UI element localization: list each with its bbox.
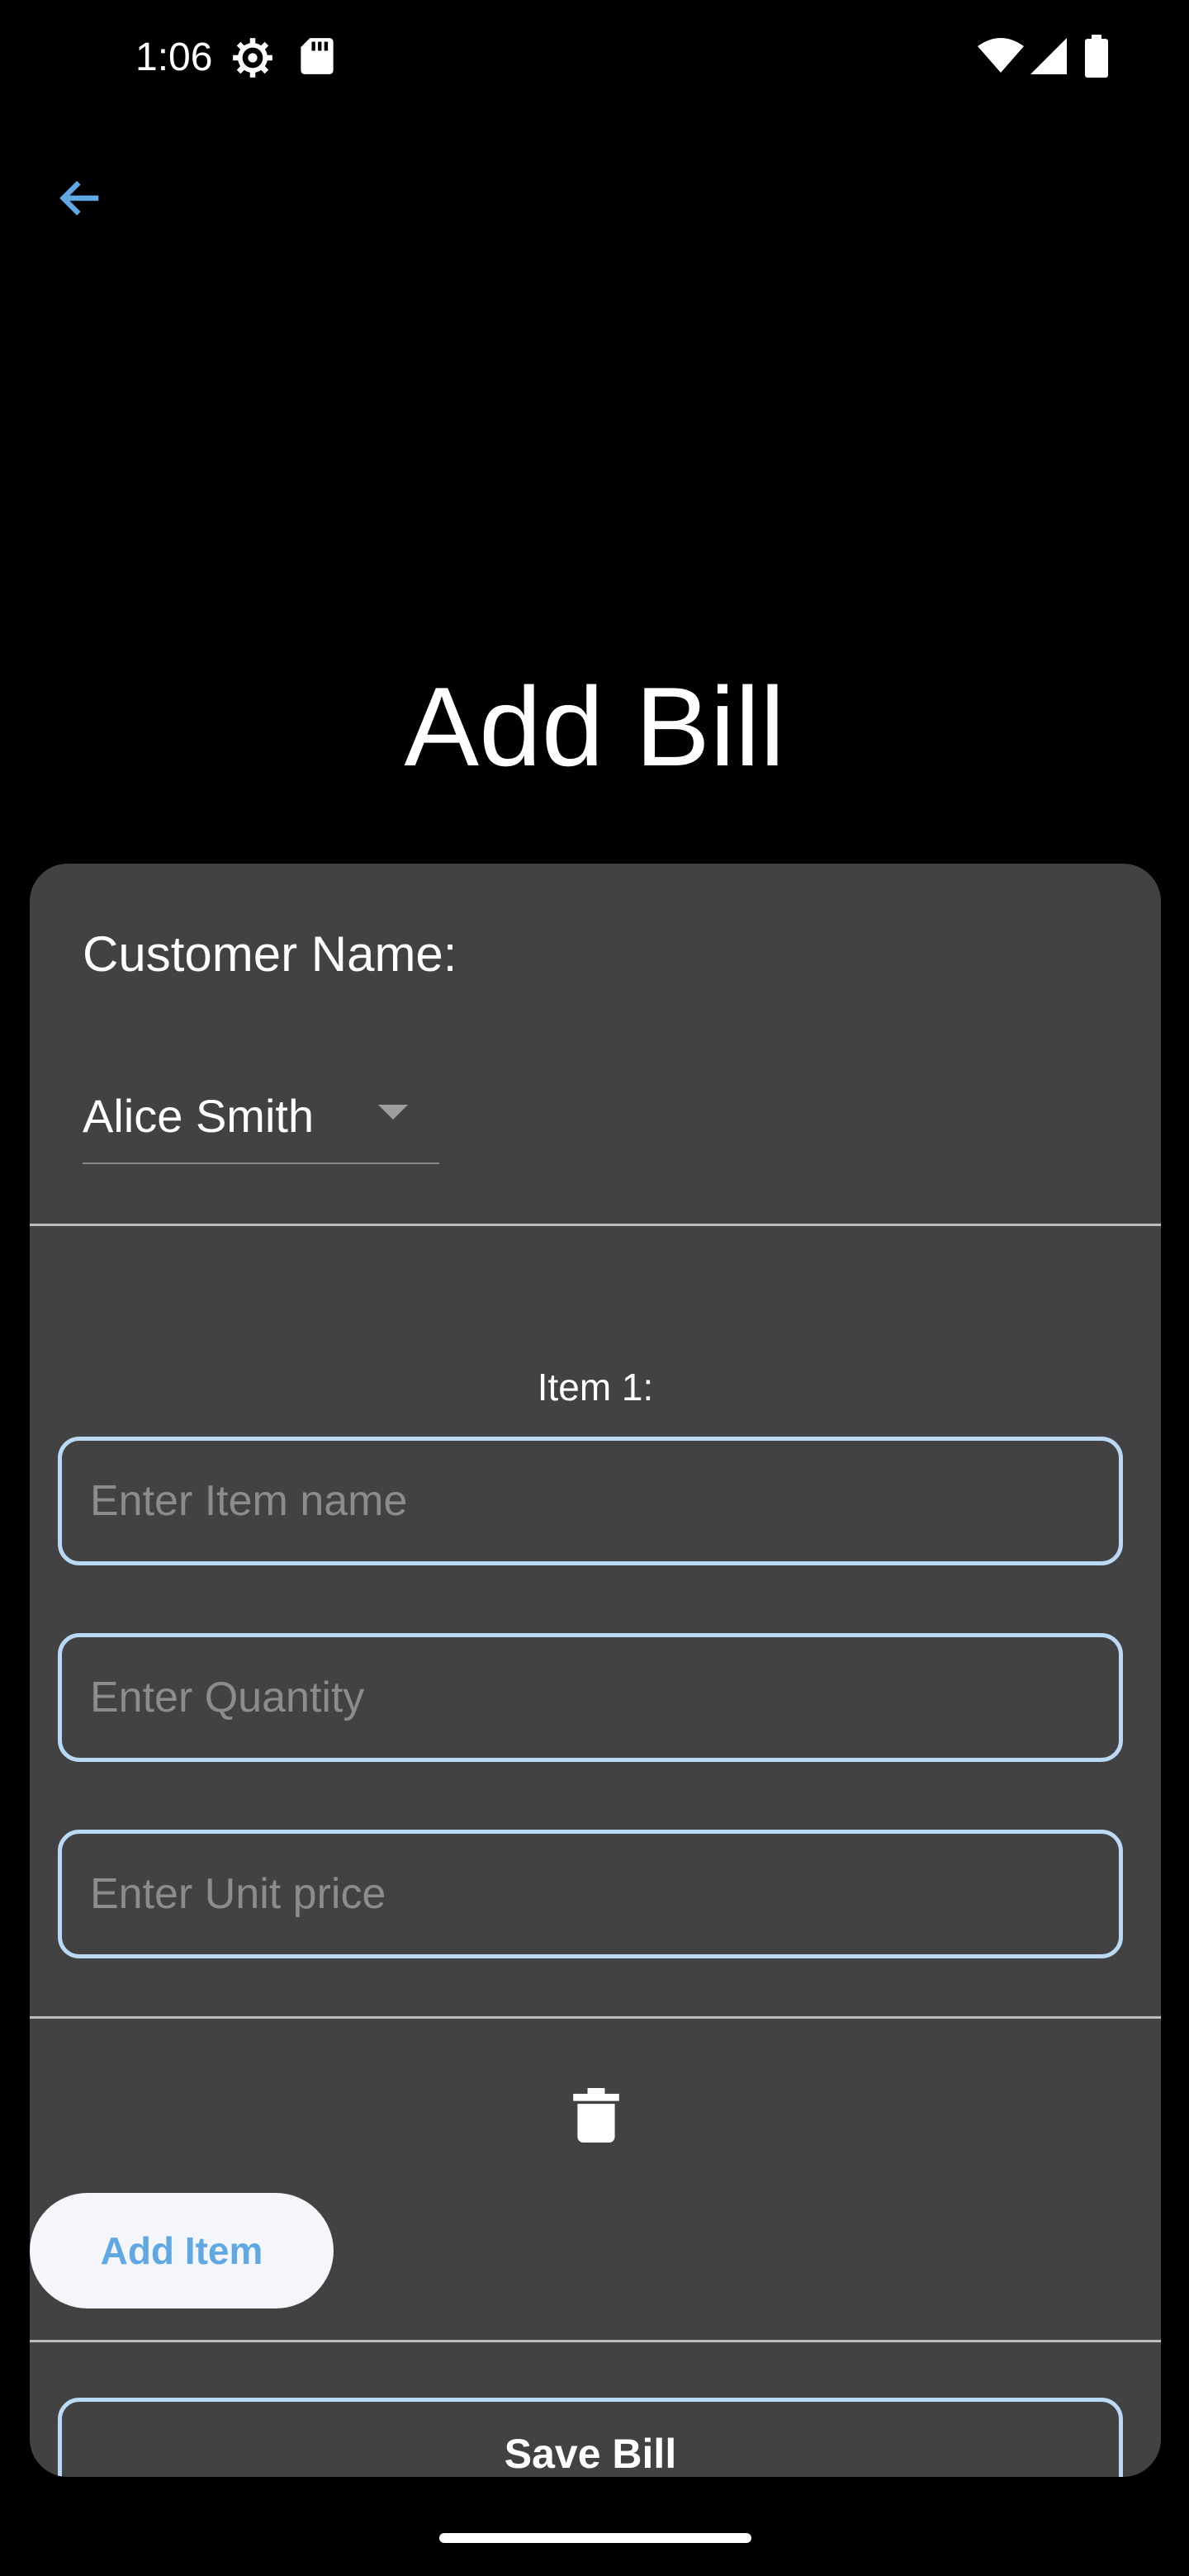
divider (30, 1224, 1161, 1226)
wifi-icon (978, 38, 1024, 78)
divider (30, 2340, 1161, 2342)
quantity-input[interactable] (88, 1672, 1119, 1723)
unit-price-input[interactable] (88, 1868, 1119, 1920)
item-name-field[interactable] (58, 1437, 1123, 1565)
divider (30, 2016, 1161, 2019)
delete-item-button[interactable] (565, 2084, 628, 2150)
trash-icon (573, 2087, 619, 2147)
battery-icon (1085, 35, 1108, 82)
home-indicator[interactable] (439, 2533, 751, 2543)
sd-card-icon (299, 36, 335, 80)
page-title: Add Bill (404, 664, 785, 789)
customer-dropdown[interactable]: Alice Smith (83, 1080, 439, 1164)
customer-name-label: Customer Name: (83, 926, 457, 982)
chevron-down-icon (378, 1105, 408, 1120)
settings-gear-icon (231, 36, 274, 83)
bill-form-card: Customer Name: Alice Smith Item 1: Add I… (30, 864, 1161, 2477)
unit-price-field[interactable] (58, 1830, 1123, 1958)
item-heading: Item 1: (537, 1366, 654, 1409)
back-button[interactable] (46, 165, 116, 234)
cell-signal-icon (1030, 38, 1067, 78)
customer-selected-value: Alice Smith (83, 1090, 315, 1142)
item-name-input[interactable] (88, 1475, 1119, 1527)
arrow-left-icon (54, 172, 107, 229)
status-bar: 1:06 (0, 0, 1189, 116)
status-time: 1:06 (135, 36, 213, 79)
quantity-field[interactable] (58, 1633, 1123, 1762)
add-item-button[interactable]: Add Item (30, 2193, 334, 2308)
save-bill-button[interactable]: Save Bill (58, 2398, 1123, 2477)
